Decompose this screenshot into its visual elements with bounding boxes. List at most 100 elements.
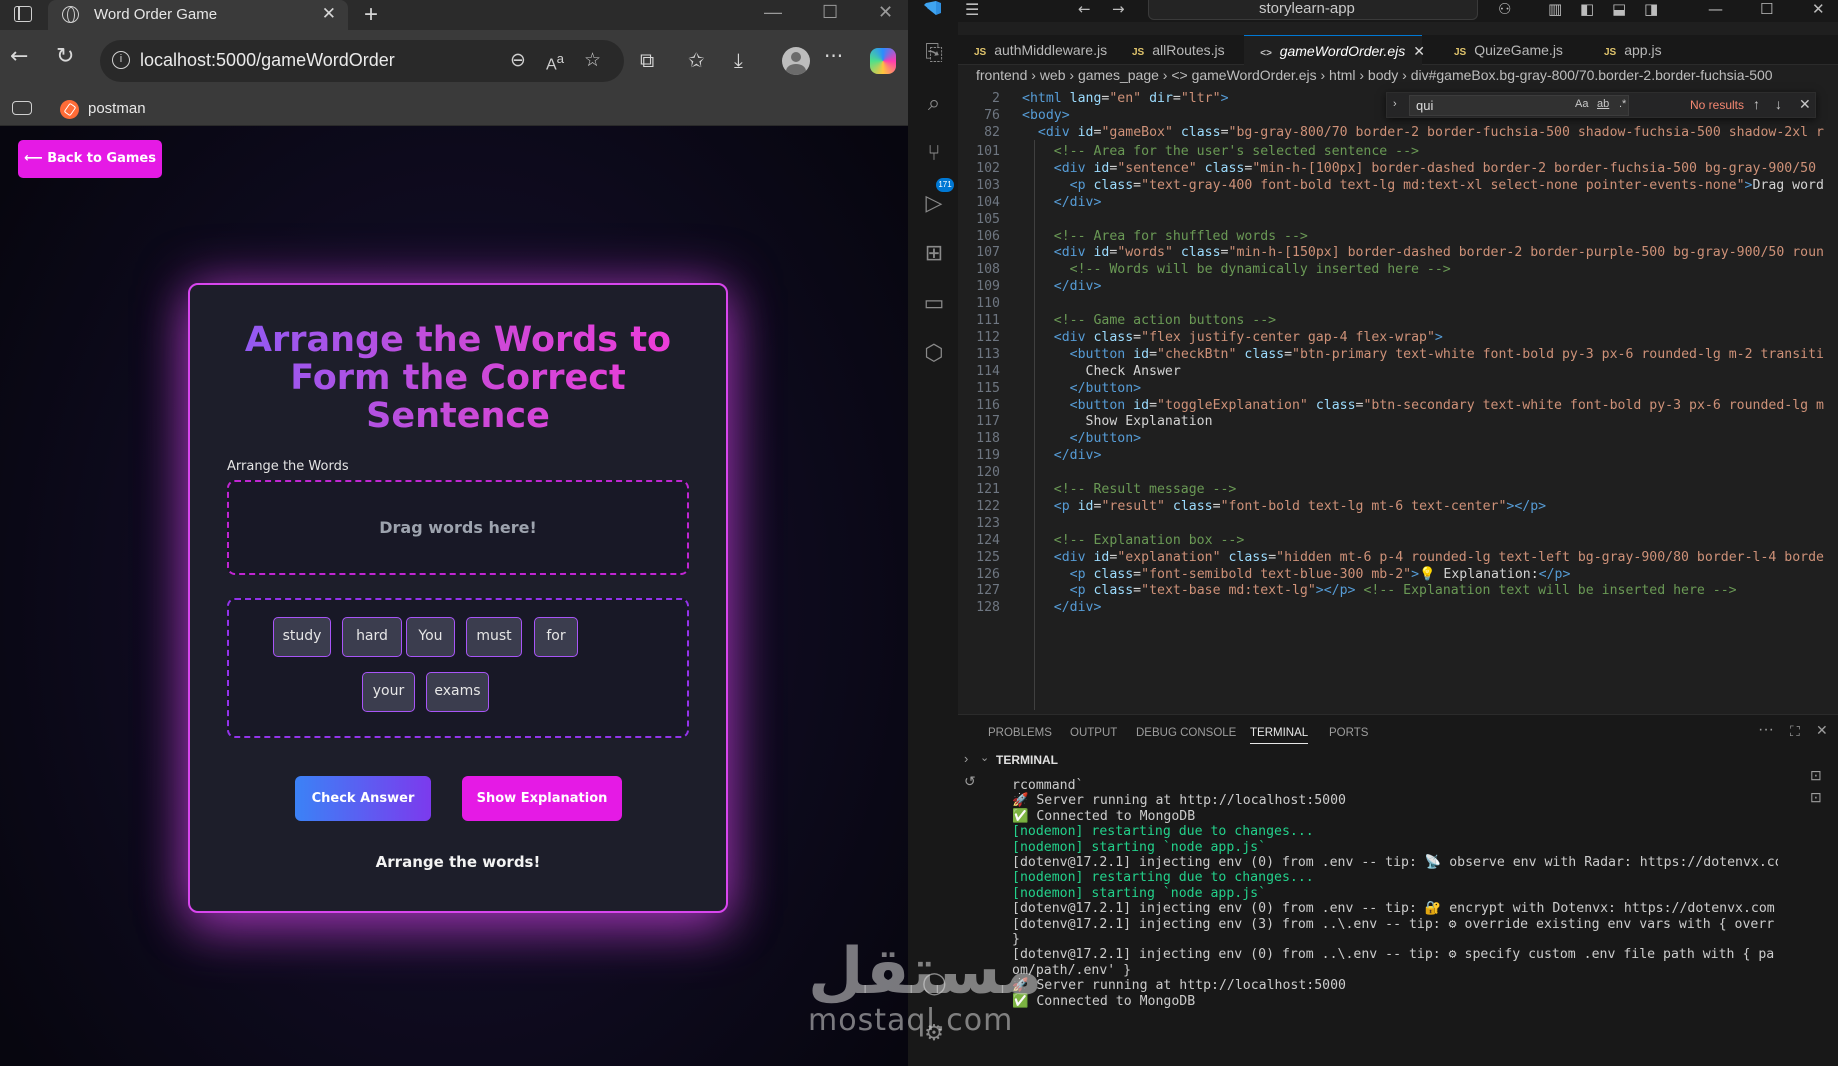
code-line[interactable]: 82 <div id="gameBox" class="bg-gray-800/… bbox=[958, 123, 1838, 143]
page-viewport: ⟵ Back to Games Arrange the Words to For… bbox=[0, 126, 908, 1066]
word-tile[interactable]: exams bbox=[426, 672, 489, 712]
remote-explorer-icon[interactable]: ▭ bbox=[922, 292, 946, 316]
downloads-icon[interactable]: ⤓ bbox=[734, 48, 743, 72]
browser-tab-bar: Word Order Game ✕ + — ☐ ✕ bbox=[0, 0, 908, 30]
containers-icon[interactable]: ⬡ bbox=[922, 342, 946, 366]
editor-tab[interactable]: JS authMiddleware.js bbox=[958, 35, 1116, 65]
code-editor[interactable]: 2 <html lang="en" dir="ltr"> 76 <body> 82 <d… bbox=[958, 88, 1838, 713]
source-control-icon[interactable]: ⑂ bbox=[922, 142, 946, 166]
next-match-icon[interactable]: ↓ bbox=[1775, 96, 1782, 112]
tab-actions-icon[interactable] bbox=[14, 6, 32, 22]
editor-tab[interactable]: JS allRoutes.js bbox=[1116, 35, 1234, 65]
close-tab-icon[interactable]: ✕ bbox=[322, 4, 336, 24]
back-to-games-button[interactable]: ⟵ Back to Games bbox=[18, 140, 162, 178]
word-tile[interactable]: hard bbox=[342, 617, 402, 657]
find-input[interactable]: qui bbox=[1409, 95, 1629, 116]
new-tab-icon[interactable]: + bbox=[364, 1, 378, 29]
browser-tab[interactable]: Word Order Game ✕ bbox=[48, 0, 348, 30]
word-tile[interactable]: study bbox=[273, 617, 331, 657]
maximize-icon[interactable]: ☐ bbox=[1760, 0, 1773, 18]
code-text: <div id="gameBox" class="bg-gray-800/70 … bbox=[1037, 125, 1824, 140]
site-info-icon[interactable]: i bbox=[112, 51, 130, 69]
terminal-instance-icon[interactable]: ⊡ bbox=[1810, 789, 1822, 806]
nav-forward-icon[interactable]: → bbox=[1112, 0, 1125, 18]
nav-back-icon[interactable]: ← bbox=[1078, 0, 1091, 18]
close-find-icon[interactable]: ✕ bbox=[1799, 96, 1811, 113]
screen: Word Order Game ✕ + — ☐ ✕ ← ↻ i localhos… bbox=[0, 0, 1838, 1066]
command-center-text[interactable]: storylearn-app bbox=[1259, 0, 1355, 17]
shuffled-words-area: study hard You must for your exams bbox=[227, 598, 689, 738]
more-menu-icon[interactable]: ··· bbox=[824, 44, 843, 68]
run-debug-icon[interactable]: ▷ bbox=[922, 192, 946, 216]
bookmark-postman[interactable]: postman bbox=[88, 100, 146, 117]
explorer-icon[interactable]: ⎘ bbox=[922, 42, 946, 66]
close-window-icon[interactable]: ✕ bbox=[878, 2, 893, 23]
back-arrow-icon[interactable]: ← bbox=[10, 44, 28, 69]
account-icon[interactable]: ◯ bbox=[922, 972, 947, 996]
zoom-icon[interactable]: ⊖ bbox=[510, 49, 526, 71]
close-panel-icon[interactable]: ✕ bbox=[1816, 722, 1828, 739]
copilot-icon[interactable] bbox=[870, 48, 896, 74]
globe-icon bbox=[62, 6, 79, 23]
toggle-panel-icon[interactable]: ⬓ bbox=[1612, 0, 1626, 18]
breadcrumb[interactable]: frontend › web › games_page › <> gameWor… bbox=[976, 67, 1773, 83]
editor-tab[interactable]: JS QuizeGame.js bbox=[1438, 35, 1578, 65]
word-tile[interactable]: You bbox=[406, 617, 455, 657]
accounts-icon[interactable]: ⚇ bbox=[1498, 0, 1511, 18]
result-message: Arrange the words! bbox=[375, 853, 541, 871]
terminal-instance-icon[interactable]: ⊡ bbox=[1810, 767, 1822, 784]
settings-gear-icon[interactable]: ⚙ bbox=[922, 1022, 946, 1046]
menu-icon[interactable]: ☰ bbox=[965, 0, 979, 19]
favorite-star-icon[interactable]: ☆ bbox=[584, 49, 601, 71]
read-aloud-icon[interactable]: Aa bbox=[546, 51, 564, 74]
find-widget: › qui Aa ab .* No results ↑ ↓ ✕ bbox=[1386, 92, 1816, 118]
command-center[interactable]: storylearn-app bbox=[1148, 0, 1478, 20]
word-tile[interactable]: must bbox=[466, 617, 522, 657]
extensions-icon[interactable]: ⊞ bbox=[922, 242, 946, 266]
favorites-icon[interactable]: ✩ bbox=[688, 48, 705, 72]
sentence-drop-zone[interactable]: Drag words here! bbox=[227, 480, 689, 575]
editor-tab-bar: JS authMiddleware.js JS allRoutes.js <> gam… bbox=[958, 35, 1838, 65]
address-bar[interactable]: i localhost:5000/gameWordOrder ⊖ Aa ☆ bbox=[100, 40, 624, 82]
section-label: Arrange the Words bbox=[227, 459, 349, 474]
url-text[interactable]: localhost:5000/gameWordOrder bbox=[140, 50, 395, 71]
bookmarks-bar: postman bbox=[0, 92, 908, 126]
word-tile[interactable]: your bbox=[362, 672, 415, 712]
close-window-icon[interactable]: ✕ bbox=[1812, 0, 1825, 18]
line-number: 82 bbox=[984, 125, 1000, 140]
minimize-icon[interactable]: — bbox=[764, 2, 782, 23]
check-answer-button[interactable]: Check Answer bbox=[295, 776, 431, 821]
scm-badge: 171 bbox=[936, 178, 954, 192]
drop-hint: Drag words here! bbox=[379, 518, 537, 537]
toggle-secondary-sidebar-icon[interactable]: ◨ bbox=[1644, 0, 1658, 18]
layout-icon[interactable]: ▥ bbox=[1548, 0, 1562, 18]
code-text: </div> bbox=[1053, 600, 1102, 616]
profile-avatar[interactable] bbox=[782, 47, 810, 75]
minimize-icon[interactable]: — bbox=[1708, 0, 1723, 18]
line-number: 128 bbox=[976, 600, 1000, 616]
postman-icon[interactable] bbox=[60, 100, 79, 119]
previous-match-icon[interactable]: ↑ bbox=[1753, 96, 1760, 112]
extensions-icon[interactable]: ⧉ bbox=[640, 48, 654, 72]
terminal-line: [dotenv@17.2.1] injecting env (3) from .… bbox=[1012, 916, 1775, 932]
match-case-icon[interactable]: Aa bbox=[1575, 98, 1588, 110]
code-line[interactable]: 128 </div> bbox=[958, 598, 1838, 618]
tab-title: Word Order Game bbox=[94, 6, 218, 23]
maximize-icon[interactable]: ☐ bbox=[822, 2, 838, 23]
maximize-panel-icon[interactable]: ⛶ bbox=[1790, 723, 1800, 740]
game-box: Arrange the Words to Form the Correct Se… bbox=[188, 283, 728, 913]
search-icon[interactable]: ⌕ bbox=[922, 92, 946, 116]
vscode-title-bar: ☰ ← → storylearn-app ⚇ ▥ ◧ ⬓ ◨ — ☐ ✕ bbox=[908, 0, 1838, 22]
vscode-window: ☰ ← → storylearn-app ⚇ ▥ ◧ ⬓ ◨ — ☐ ✕ ⎘ ⌕… bbox=[808, 0, 1838, 1066]
regex-icon[interactable]: .* bbox=[1619, 98, 1626, 110]
refresh-icon[interactable]: ↻ bbox=[56, 44, 74, 69]
toggle-replace-icon[interactable]: › bbox=[1393, 98, 1397, 110]
show-explanation-button[interactable]: Show Explanation bbox=[462, 776, 622, 821]
editor-tab[interactable]: JS app.js bbox=[1588, 35, 1688, 65]
word-tile[interactable]: for bbox=[534, 617, 578, 657]
whole-word-icon[interactable]: ab bbox=[1597, 98, 1609, 110]
editor-tab-active[interactable]: <> gameWordOrder.ejs ✕ bbox=[1244, 35, 1425, 65]
bookmarks-icon[interactable] bbox=[12, 101, 32, 115]
toggle-sidebar-icon[interactable]: ◧ bbox=[1580, 0, 1594, 18]
terminal-output[interactable]: rcommand` 🚀 Server running at http://loca… bbox=[958, 715, 1778, 1066]
